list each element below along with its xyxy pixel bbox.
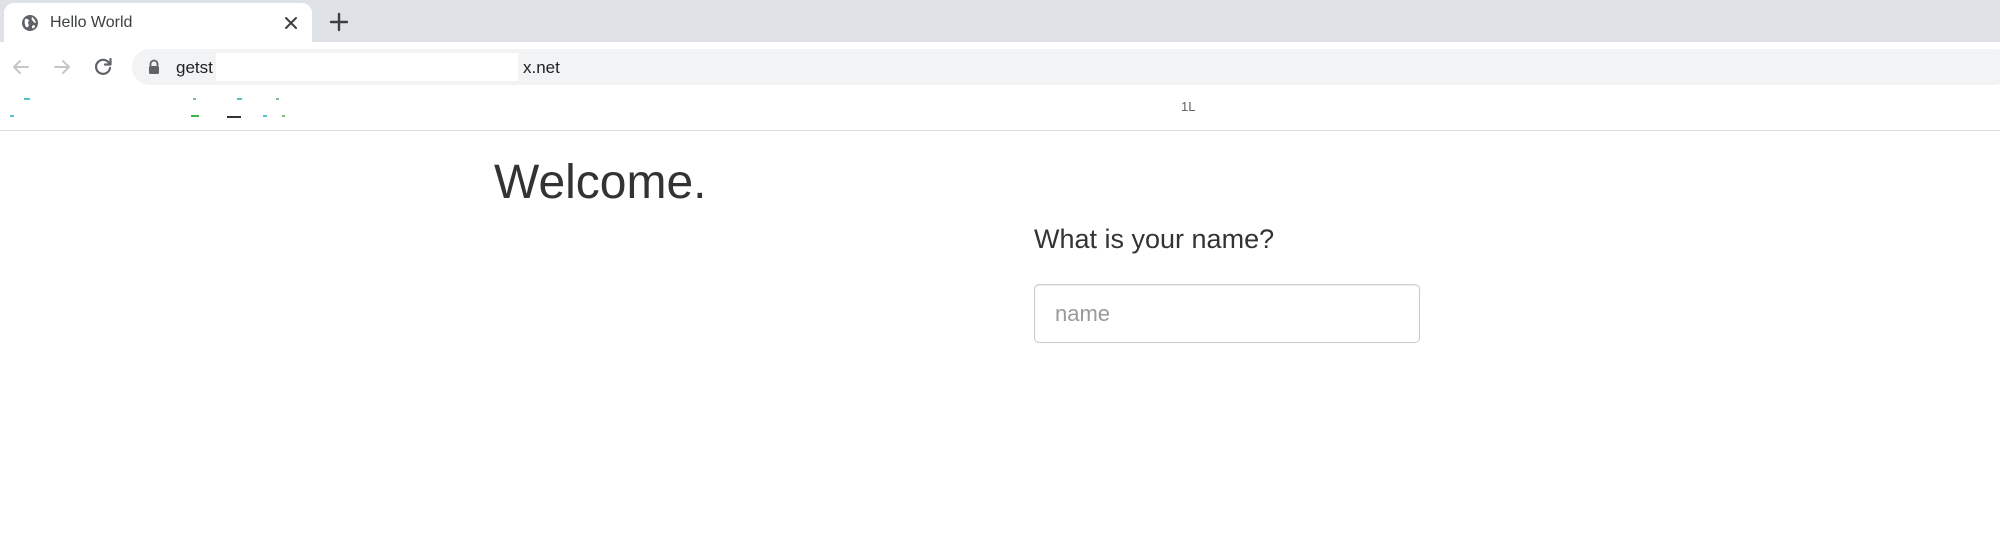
reload-icon[interactable] bbox=[91, 55, 115, 79]
back-arrow-icon[interactable] bbox=[9, 55, 33, 79]
close-icon[interactable] bbox=[282, 14, 300, 32]
bookmark-fragment bbox=[263, 115, 267, 117]
bookmark-fragment bbox=[276, 98, 279, 100]
address-bar[interactable]: getst x.net bbox=[132, 49, 2000, 85]
bookmark-fragment bbox=[24, 98, 30, 100]
bookmark-fragment bbox=[227, 116, 241, 118]
page-content: Welcome. What is your name? bbox=[0, 131, 2000, 539]
name-question-label: What is your name? bbox=[1034, 224, 1275, 254]
browser-toolbar: getst x.net bbox=[0, 43, 2000, 91]
new-tab-plus-icon[interactable] bbox=[328, 11, 350, 33]
bookmark-fragment bbox=[193, 98, 196, 100]
tab-hello-world[interactable]: Hello World bbox=[4, 3, 312, 43]
name-input[interactable] bbox=[1034, 284, 1420, 343]
url-suffix: x.net bbox=[523, 58, 560, 77]
lock-icon[interactable] bbox=[146, 59, 162, 75]
url-redaction bbox=[216, 53, 518, 81]
bookmark-fragment bbox=[237, 98, 242, 100]
url-prefix: getst bbox=[176, 58, 213, 77]
welcome-heading: Welcome. bbox=[494, 156, 707, 209]
bookmark-fragment bbox=[282, 115, 285, 117]
bookmark-fragment bbox=[10, 115, 14, 117]
bookmark-text: 1L bbox=[1181, 99, 1196, 114]
bookmarks-bar: 1L bbox=[0, 91, 2000, 131]
globe-icon bbox=[22, 15, 38, 31]
tab-strip: Hello World bbox=[0, 0, 2000, 43]
tab-title: Hello World bbox=[50, 14, 133, 31]
forward-arrow-icon[interactable] bbox=[50, 55, 74, 79]
bookmark-fragment bbox=[191, 115, 199, 117]
